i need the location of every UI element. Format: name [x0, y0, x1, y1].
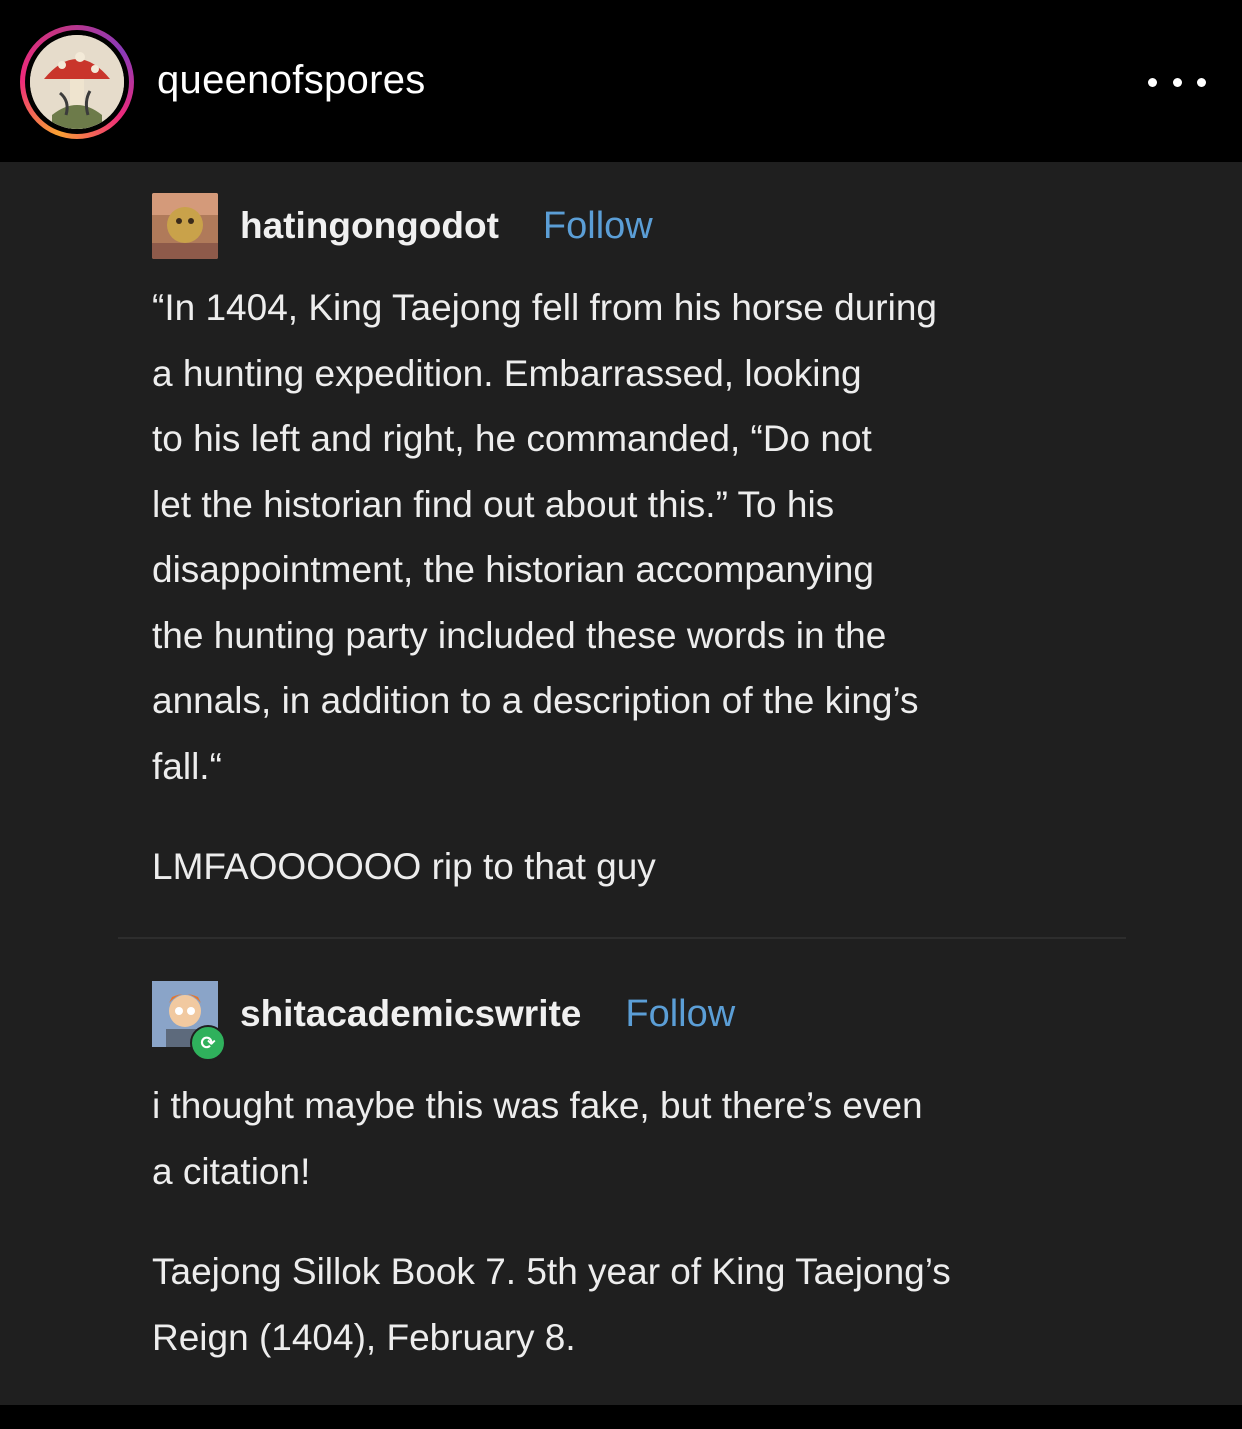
post-divider [118, 937, 1126, 939]
story-ring[interactable] [20, 25, 134, 139]
more-options-icon[interactable] [1148, 64, 1206, 100]
blog-avatar[interactable]: ⟳ [152, 981, 226, 1061]
profile-avatar[interactable] [30, 35, 124, 129]
reblog-icon: ⟳ [190, 1025, 226, 1061]
reblog-comment-text: i thought maybe this was fake, but there… [152, 1085, 923, 1192]
post-header-hatingongodot: hatingongodot Follow [152, 193, 653, 259]
blog-name[interactable]: shitacademicswrite [240, 993, 581, 1035]
blog-name[interactable]: hatingongodot [240, 205, 499, 247]
post-quote-text: “In 1404, King Taejong fell from his hor… [152, 287, 938, 787]
follow-button[interactable]: Follow [543, 205, 653, 248]
blog-avatar[interactable] [152, 193, 218, 259]
citation-text: Taejong Sillok Book 7. 5th year of King … [152, 1251, 951, 1358]
instagram-username[interactable]: queenofspores [157, 58, 426, 103]
more-dot [1172, 77, 1182, 87]
bottom-bar [0, 1405, 1242, 1429]
more-dot [1148, 77, 1157, 87]
instagram-header: queenofspores [0, 0, 1242, 162]
more-dot [1197, 77, 1206, 87]
follow-button[interactable]: Follow [625, 993, 735, 1036]
tumblr-post-image: hatingongodot Follow “In 1404, King Taej… [0, 162, 1242, 1405]
post-header-shitacademicswrite: ⟳ shitacademicswrite Follow [152, 981, 735, 1061]
post-comment-text: LMFAOOOOOO rip to that guy [152, 846, 656, 887]
